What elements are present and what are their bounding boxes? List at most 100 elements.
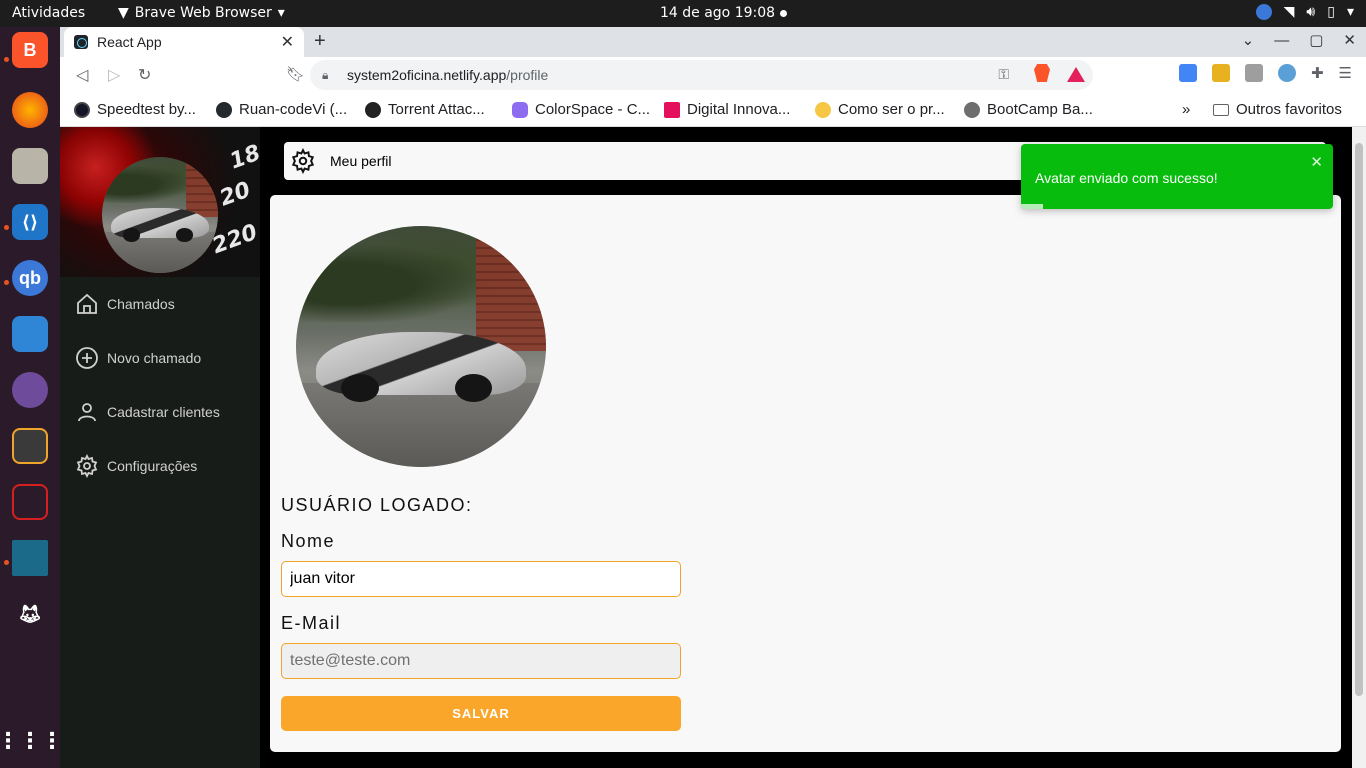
battery-icon[interactable]: ▯ [1327,4,1335,20]
qbittorrent-tray-icon[interactable] [1255,4,1272,20]
bookmark-digital-innovation[interactable]: Digital Innova... [664,101,790,118]
vscode-dock-icon[interactable]: ⟨⟩ [12,204,48,240]
extension-icon[interactable] [1211,64,1230,82]
browser-toolbar: ◁ ▷ ↻ 🔖︎ 🔒︎ system2oficina.netlify.app/p… [60,57,1366,93]
name-input[interactable] [281,561,681,597]
writer-dock-icon[interactable] [12,316,48,352]
photo-wall [476,226,546,352]
address-bar[interactable]: 🔒︎ system2oficina.netlify.app/profile ⚿ [310,60,1093,90]
bookmark-github-ruan[interactable]: Ruan-codeVi (... [216,101,347,118]
email-label: E-Mail [281,613,342,633]
sidebar-item-novo-chamado[interactable]: Novo chamado [60,331,260,385]
back-icon[interactable]: ◁ [76,65,88,85]
tab-title: React App [97,34,162,50]
bookmark-torrent[interactable]: Torrent Attac... [365,101,485,118]
close-window-icon[interactable]: ✕ [1343,31,1356,49]
sidebar-item-cadastrar-clientes[interactable]: Cadastrar clientes [60,385,260,439]
page-scrollbar[interactable] [1352,127,1366,768]
password-key-icon[interactable]: ⚿ [998,66,1009,83]
scrollbar-thumb[interactable] [1355,143,1363,696]
close-icon[interactable]: ✕ [1310,153,1323,171]
photo-road [296,382,546,467]
car-photo [296,226,546,467]
bookmark-label: Ruan-codeVi (... [239,101,348,118]
brave-dock-icon[interactable]: B [12,32,48,68]
gear-icon [76,454,98,478]
tab-search-icon[interactable]: ⌄ [1242,31,1255,49]
window-controls: ⌄ — ▢ ✕ [1242,31,1356,50]
forward-icon[interactable]: ▷ [108,65,120,85]
react-favicon-icon [74,35,88,49]
url-text[interactable]: system2oficina.netlify.app/profile [347,67,548,83]
speedometer-decoration: 18 [226,140,260,175]
wifi-icon[interactable]: ◥ [1284,4,1295,20]
insomnia-dock-icon[interactable] [12,540,48,576]
github-icon [216,101,232,118]
url-domain: system2oficina.netlify.app [347,67,507,83]
profile-card: USUÁRIO LOGADO: Nome E-Mail SALVAR [270,195,1341,752]
screenshot-app-dock-icon[interactable] [12,428,48,464]
name-label: Nome [281,531,336,551]
bookmark-colorspace[interactable]: ColorSpace - C... [512,101,650,118]
running-indicator [4,560,9,565]
sidebar-item-configuracoes[interactable]: Configurações [60,439,260,493]
reload-icon[interactable]: ↻ [138,65,151,85]
plus-circle-icon [76,347,98,369]
screen-recorder-dock-icon[interactable] [12,484,48,520]
volume-icon[interactable]: 🔊︎ [1306,4,1315,20]
app-menu[interactable]: ▼ Brave Web Browser ▾ [118,5,285,21]
bookmark-page-icon[interactable]: 🔖︎ [286,65,305,83]
github-desktop-dock-icon[interactable] [12,372,48,408]
qbittorrent-dock-icon[interactable]: qb [12,260,48,296]
other-bookmarks[interactable]: Outros favoritos [1213,101,1342,118]
puzzle-extensions-icon[interactable]: ✚ [1311,64,1324,82]
avatar-upload[interactable] [296,226,546,467]
folder-icon [1213,103,1229,116]
other-bookmarks-label: Outros favoritos [1236,101,1342,118]
toast-progress-bar [1021,204,1043,209]
menu-icon[interactable]: ☰ [1339,64,1352,82]
sidebar-item-label: Novo chamado [107,350,202,366]
bookmark-bootcamp[interactable]: BootCamp Ba... [964,101,1093,118]
sidebar-menu: Chamados Novo chamado Cadastrar clientes… [60,277,260,493]
sidebar-item-label: Configurações [107,458,198,474]
speedometer-decoration: 20 [216,177,254,212]
user-icon [78,403,96,422]
gimp-dock-icon[interactable]: 🦊︎ [12,596,48,632]
lock-icon[interactable]: 🔒︎ [322,68,328,83]
home-icon [77,293,97,314]
maximize-icon[interactable]: ▢ [1309,31,1323,49]
system-tray[interactable]: ◥ 🔊︎ ▯ ▾ [1255,4,1354,20]
notification-dot [780,10,787,17]
translate-extension-icon[interactable] [1178,64,1197,82]
new-tab-button[interactable]: + [314,30,326,53]
bookmarks-bar: Speedtest by... Ruan-codeVi (... Torrent… [60,93,1366,127]
bookmark-como-ser[interactable]: Como ser o pr... [815,101,945,118]
extension-circle-icon[interactable] [1277,64,1296,82]
success-toast[interactable]: Avatar enviado com sucesso! ✕ [1021,144,1333,209]
sidebar-item-chamados[interactable]: Chamados [60,277,260,331]
clock[interactable]: 14 de ago 19:08 [660,5,775,21]
bookmarks-overflow-icon[interactable]: » [1182,101,1190,118]
save-button[interactable]: SALVAR [281,696,681,731]
bookmark-label: ColorSpace - C... [535,101,651,118]
sidebar-item-label: Cadastrar clientes [107,404,220,420]
gmail-checker-icon[interactable] [1244,64,1263,82]
brave-rewards-icon[interactable] [1067,67,1085,82]
show-apps-icon[interactable]: ⋮⋮⋮ [0,723,63,759]
bookmark-speedtest[interactable]: Speedtest by... [74,101,196,118]
minimize-icon[interactable]: — [1274,32,1289,49]
sidebar-cover-image: 18 20 220 [60,127,260,277]
photo-car [111,208,209,242]
close-tab-icon[interactable]: ✕ [281,32,294,52]
running-indicator [4,225,9,230]
tab-react-app[interactable]: React App ✕ [64,27,304,57]
activities-button[interactable]: Atividades [12,5,85,21]
running-indicator [4,280,9,285]
files-dock-icon[interactable] [12,148,48,184]
system-top-bar: Atividades ▼ Brave Web Browser ▾ 14 de a… [0,0,1366,27]
car-photo [102,157,218,273]
power-chevron-icon[interactable]: ▾ [1347,4,1354,20]
extensions-area: ✚ ☰ [1178,64,1352,82]
firefox-dock-icon[interactable] [12,92,48,128]
